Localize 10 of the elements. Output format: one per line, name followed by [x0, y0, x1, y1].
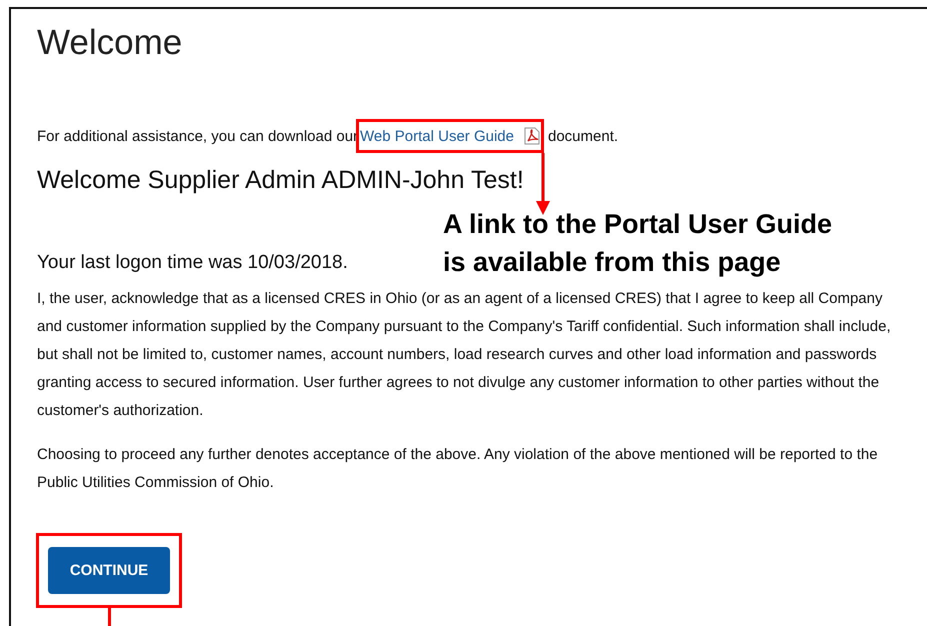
assistance-text: document. — [548, 128, 618, 144]
page-title: Welcome — [37, 23, 184, 63]
continue-button[interactable]: CONTINUE — [48, 547, 170, 594]
annotation-caption: A link to the Portal User Guide is available from this page — [443, 208, 832, 279]
user-guide-link[interactable]: Web Portal User Guide — [360, 128, 514, 144]
assistance-text: For additional assistance, you can download our — [37, 128, 358, 144]
last-logon-text: Your last logon time was 10/03/2018. — [37, 251, 348, 275]
agreement-paragraph: Choosing to proceed any further denotes acceptance of the above. Any violation of the above mentioned will be reported to the Public Utilities Commission of Ohio. — [37, 445, 879, 493]
greeting-heading: Welcome Supplier Admin ADMIN-John Test! — [37, 165, 525, 195]
agreement-paragraph: I, the user, acknowledge that as a licensed CRES in Ohio (or as an agent of a licensed CRES) that I agree to keep all Company and customer information supplied by the Company pursuant to the Company's Tariff confidential. Such information shall include, but shall not be limited to, customer names, account numbers, load research curves and other load information and passwords granting access to secured information. User further agrees to not divulge any customer information to other parties without the customer's authorization. — [37, 289, 892, 421]
